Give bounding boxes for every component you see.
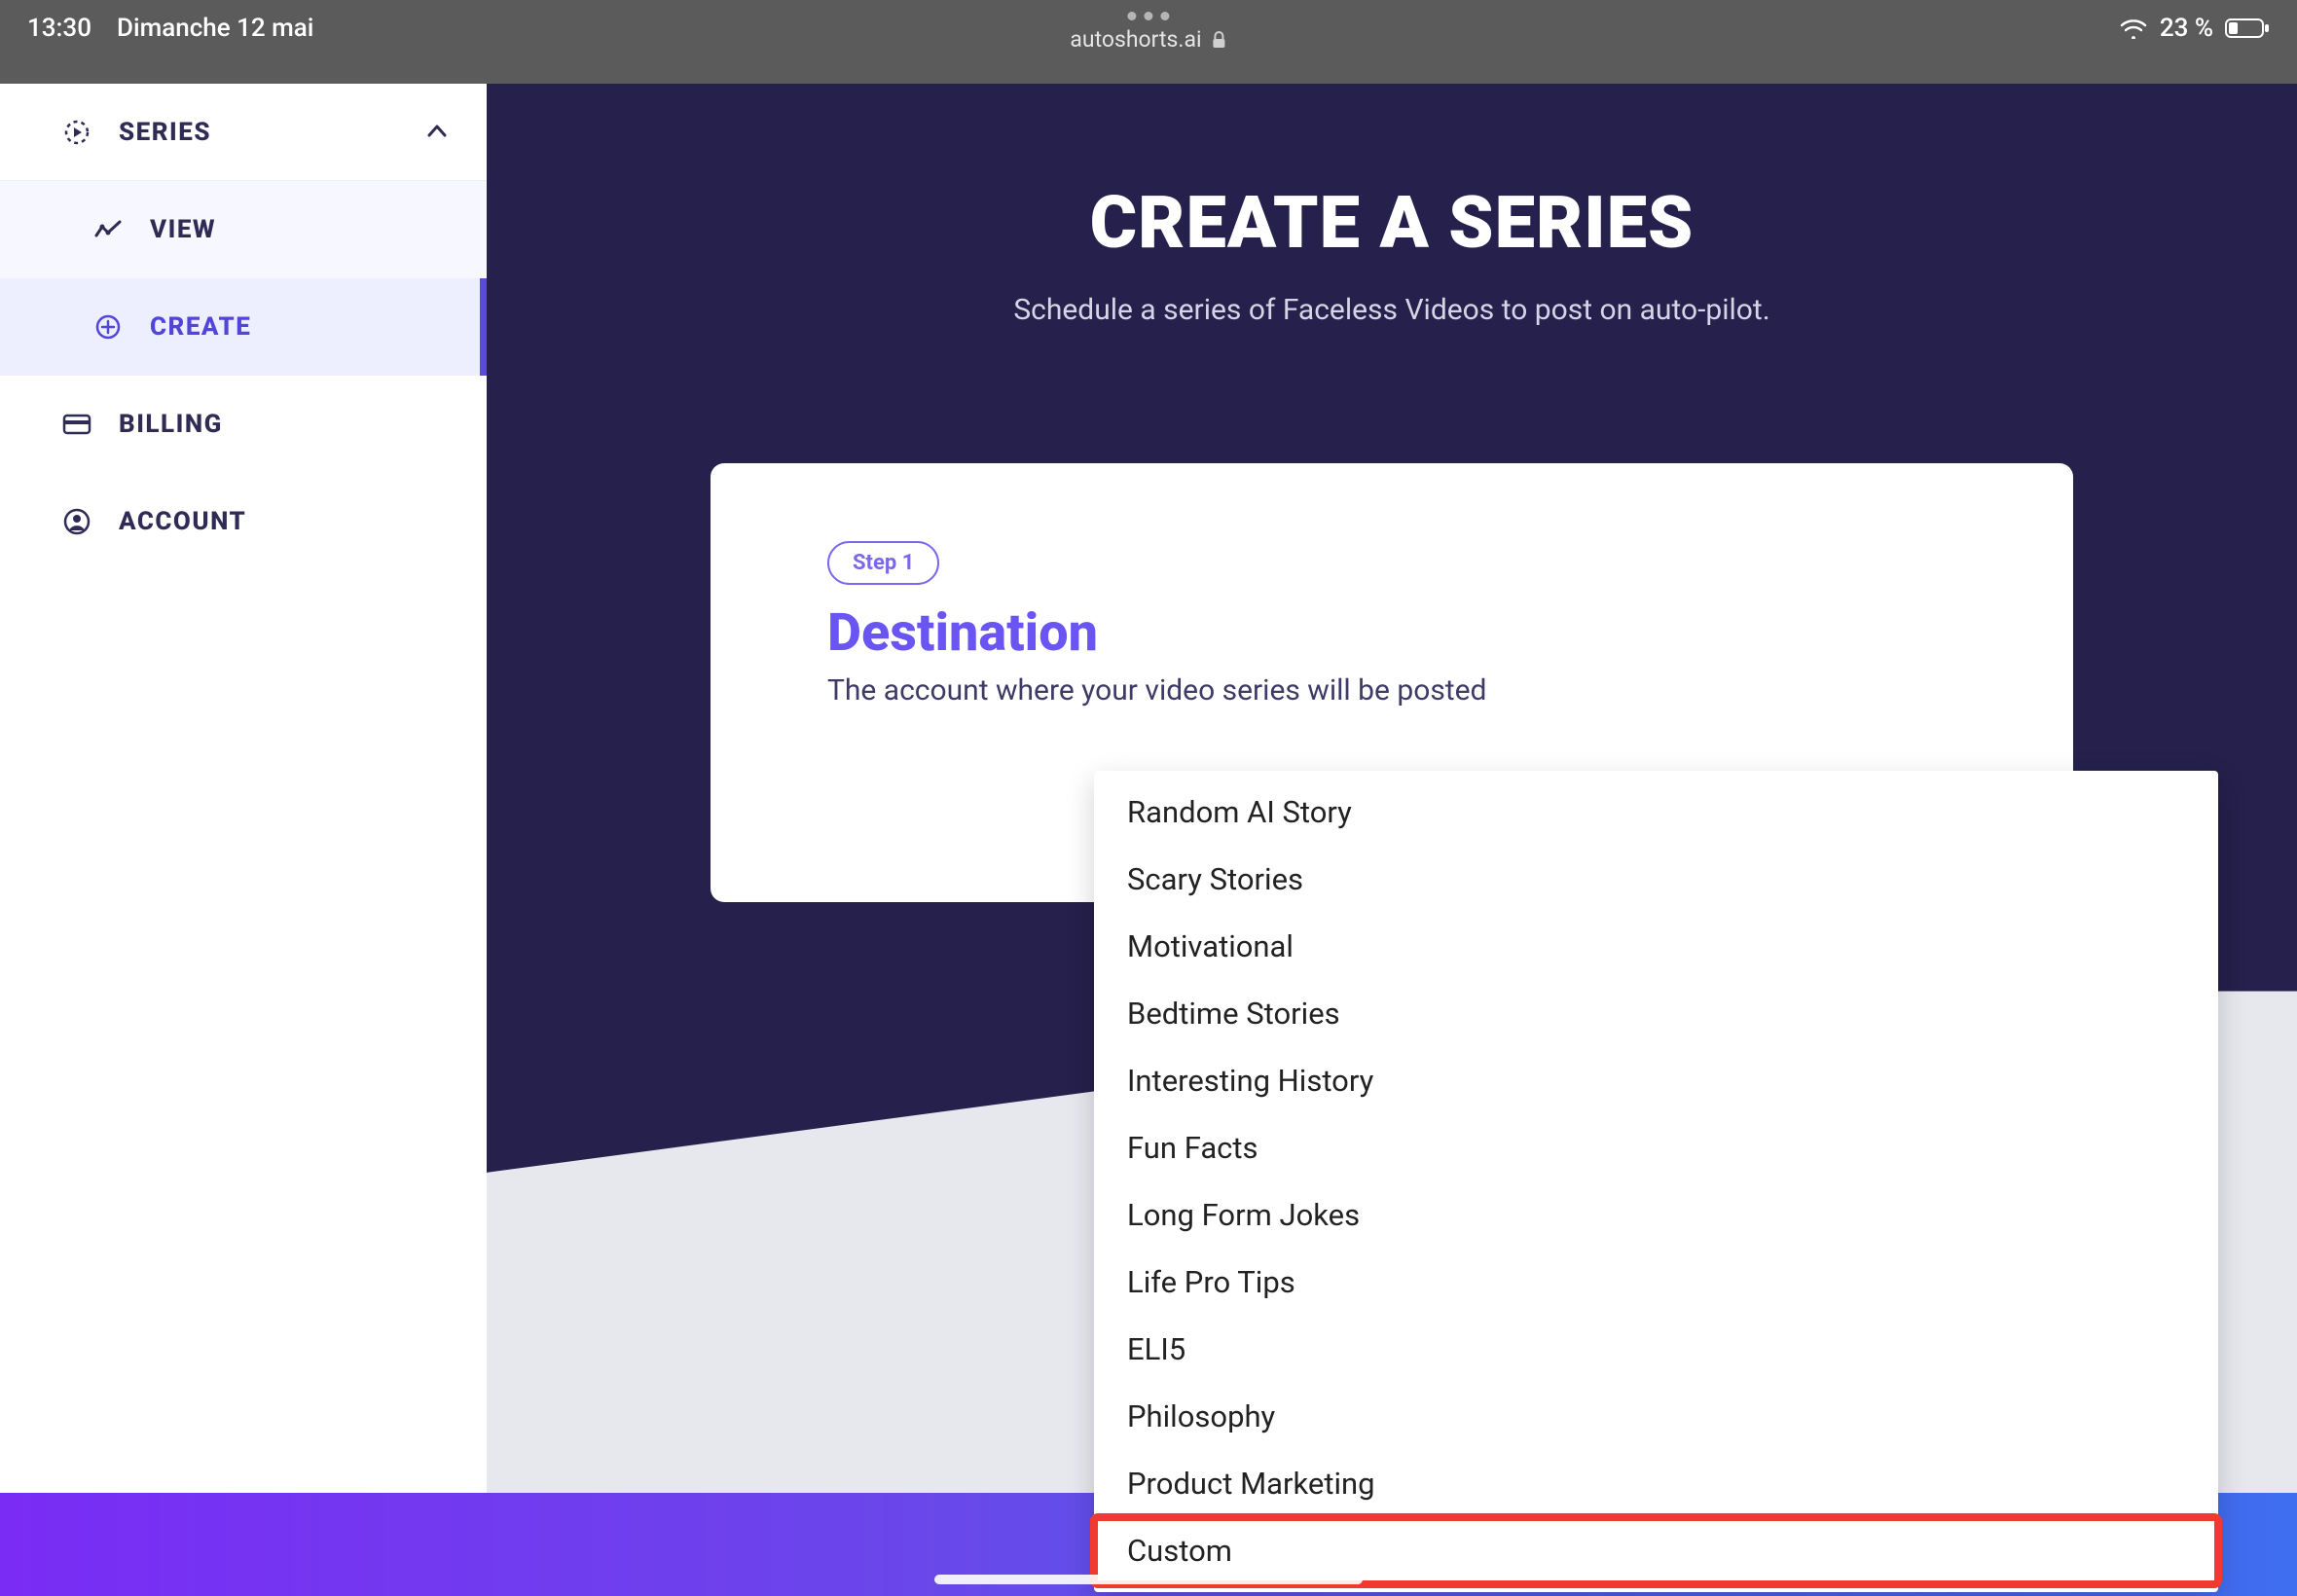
plus-circle-icon [93, 312, 123, 342]
step-badge: Step 1 [827, 541, 939, 585]
sidebar-account-label: ACCOUNT [119, 507, 246, 536]
page-title: CREATE A SERIES [487, 84, 2297, 266]
dropdown-option[interactable]: Scary Stories [1094, 846, 2218, 913]
lock-icon [1212, 31, 1227, 49]
sidebar-create-label: CREATE [150, 312, 251, 342]
tab-dots-icon [1070, 12, 1226, 20]
dropdown-option[interactable]: Product Marketing [1094, 1450, 2218, 1517]
dropdown-option[interactable]: Fun Facts [1094, 1114, 2218, 1181]
user-circle-icon [62, 507, 91, 536]
sidebar-view-label: VIEW [150, 215, 216, 244]
dropdown-option[interactable]: Philosophy [1094, 1383, 2218, 1450]
wifi-icon [2119, 18, 2148, 39]
dropdown-option[interactable]: Interesting History [1094, 1047, 2218, 1114]
chevron-up-icon [424, 119, 452, 146]
browser-url-text: autoshorts.ai [1070, 26, 1201, 53]
dropdown-option[interactable]: Long Form Jokes [1094, 1181, 2218, 1249]
home-indicator[interactable] [934, 1575, 1363, 1584]
content-type-dropdown[interactable]: Random AI Story Scary Stories Motivation… [1094, 771, 2218, 1592]
page-subtitle: Schedule a series of Faceless Videos to … [487, 293, 2297, 327]
dropdown-option[interactable]: Random AI Story [1094, 779, 2218, 846]
status-time: 13:30 [27, 14, 91, 43]
dropdown-option[interactable]: Bedtime Stories [1094, 980, 2218, 1047]
sidebar-item-billing[interactable]: BILLING [0, 376, 487, 473]
sidebar-item-create[interactable]: CREATE [0, 278, 487, 376]
status-date: Dimanche 12 mai [117, 14, 313, 43]
browser-url[interactable]: autoshorts.ai [1070, 26, 1226, 53]
chart-line-icon [93, 215, 123, 244]
credit-card-icon [62, 410, 91, 439]
dropdown-option[interactable]: Motivational [1094, 913, 2218, 980]
dropdown-option[interactable]: ELI5 [1094, 1316, 2218, 1383]
sidebar-item-view[interactable]: VIEW [0, 181, 487, 278]
sidebar-item-series[interactable]: SERIES [0, 84, 487, 181]
section-description: The account where your video series will… [827, 673, 1956, 707]
sidebar-item-account[interactable]: ACCOUNT [0, 473, 487, 570]
battery-percent: 23 % [2160, 14, 2213, 43]
main-content: CREATE A SERIES Schedule a series of Fac… [487, 84, 2297, 1596]
section-title: Destination [827, 602, 1956, 664]
battery-icon [2225, 18, 2270, 39]
sidebar: SERIES VIEW CREATE BILLING [0, 84, 487, 1596]
sidebar-billing-label: BILLING [119, 410, 223, 439]
sidebar-series-label: SERIES [119, 118, 211, 147]
series-icon [62, 118, 91, 147]
device-status-bar: 13:30 Dimanche 12 mai autoshorts.ai 23 % [0, 0, 2297, 84]
dropdown-option[interactable]: Life Pro Tips [1094, 1249, 2218, 1316]
